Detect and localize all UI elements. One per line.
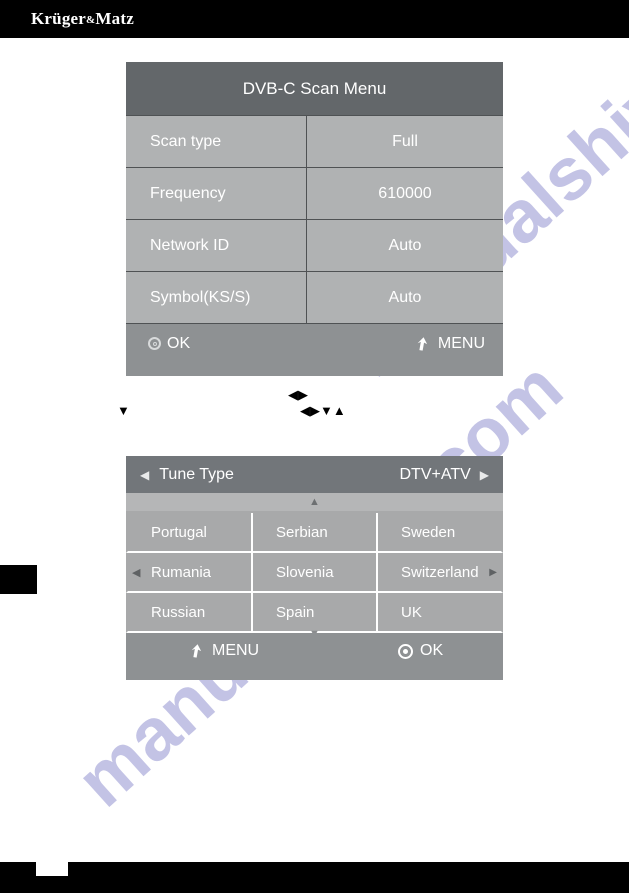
country-grid-row: Russian Spain UK xyxy=(126,593,503,633)
page-edge-tab xyxy=(0,565,37,594)
tune-menu-menu-label: MENU xyxy=(212,642,260,659)
scan-menu-footer-spacer xyxy=(126,363,503,376)
table-row[interactable]: Scan type Full xyxy=(126,115,503,168)
scan-menu-menu-button[interactable]: MENU xyxy=(416,335,485,353)
table-row[interactable]: Symbol(KS/S) Auto xyxy=(126,272,503,324)
country-cell-portugal[interactable]: Portugal xyxy=(126,513,253,553)
left-right-down-up-arrow-glyph: ◀▶▼▲ xyxy=(300,403,346,418)
scan-menu-footer: OK MENU xyxy=(126,324,503,363)
scan-menu-menu-label: MENU xyxy=(437,334,485,352)
tune-type-next-icon[interactable]: ▶ xyxy=(480,468,489,482)
tune-type-value[interactable]: DTV+ATV xyxy=(399,466,470,484)
symbol-rate-label: Symbol(KS/S) xyxy=(126,272,307,323)
dvbc-scan-menu-panel: DVB-C Scan Menu Scan type Full Frequency… xyxy=(126,62,503,376)
scan-menu-ok-label: OK xyxy=(167,334,191,352)
country-cell-uk[interactable]: UK xyxy=(378,593,503,633)
country-cell-russian[interactable]: Russian xyxy=(126,593,253,633)
tune-menu-footer-spacer xyxy=(126,669,503,680)
network-id-label: Network ID xyxy=(126,220,307,271)
country-grid: Portugal Serbian Sweden Rumania Slovenia… xyxy=(126,511,503,640)
country-cell-spain[interactable]: Spain xyxy=(253,593,378,633)
tune-type-label: Tune Type xyxy=(159,465,234,483)
brand-name-after: Matz xyxy=(95,9,134,28)
scan-menu-title: DVB-C Scan Menu xyxy=(126,62,503,115)
country-grid-row: Rumania Slovenia Switzerland xyxy=(126,553,503,593)
brand-name-before: Krüger xyxy=(31,9,87,28)
tune-menu-ok-label: OK xyxy=(420,642,444,659)
page-bottom-notch xyxy=(36,862,68,876)
country-cell-slovenia[interactable]: Slovenia xyxy=(253,553,378,593)
country-cell-rumania[interactable]: Rumania xyxy=(126,553,253,593)
tune-type-panel: ◀ Tune Type DTV+ATV ▶ ▲ Portugal Serbian… xyxy=(126,456,503,680)
scan-menu-ok-button[interactable]: OK xyxy=(148,335,190,353)
ok-dot-icon xyxy=(398,643,413,659)
network-id-value[interactable]: Auto xyxy=(307,220,503,271)
return-arrow-icon xyxy=(416,336,432,352)
table-row[interactable]: Frequency 610000 xyxy=(126,168,503,220)
table-row[interactable]: Network ID Auto xyxy=(126,220,503,272)
down-arrow-glyph: ▼ xyxy=(117,403,130,418)
scan-type-value[interactable]: Full xyxy=(307,116,503,167)
tune-type-header: ◀ Tune Type DTV+ATV ▶ xyxy=(126,456,503,493)
tune-type-prev-icon[interactable]: ◀ xyxy=(140,468,149,482)
country-cell-sweden[interactable]: Sweden xyxy=(378,513,503,553)
country-scroll-up-icon[interactable]: ▲ xyxy=(126,493,503,511)
page-bottom-black-band xyxy=(0,862,629,893)
brand-ampersand: & xyxy=(86,14,96,26)
frequency-value[interactable]: 610000 xyxy=(307,168,503,219)
country-cell-serbian[interactable]: Serbian xyxy=(253,513,378,553)
country-cell-switzerland[interactable]: Switzerland xyxy=(378,553,503,593)
scan-menu-rows: Scan type Full Frequency 610000 Network … xyxy=(126,115,503,324)
tune-menu-menu-button[interactable]: MENU xyxy=(190,642,259,660)
tune-menu-ok-button[interactable]: OK xyxy=(398,642,443,660)
left-right-arrow-glyph: ◀▶ xyxy=(288,387,308,402)
tune-menu-footer: MENU OK xyxy=(126,633,503,669)
return-arrow-icon xyxy=(190,643,206,659)
frequency-label: Frequency xyxy=(126,168,307,219)
scan-type-label: Scan type xyxy=(126,116,307,167)
ok-ring-icon xyxy=(148,337,161,350)
country-grid-row: Portugal Serbian Sweden xyxy=(126,513,503,553)
symbol-rate-value[interactable]: Auto xyxy=(307,272,503,323)
brand-logo: Krüger&Matz xyxy=(31,9,134,29)
